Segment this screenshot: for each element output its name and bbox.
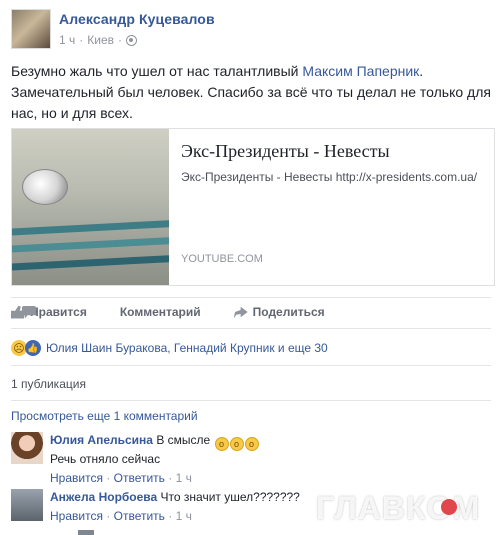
shocked-emoji-icon: o: [244, 437, 259, 451]
comment-like-link[interactable]: Нравится: [50, 471, 103, 485]
divider: [11, 297, 491, 298]
meta-separator-2: ·: [118, 33, 123, 47]
author-name[interactable]: Александр Куцевалов: [59, 11, 215, 27]
commenter-avatar[interactable]: [11, 489, 43, 521]
shocked-emoji-icon: o: [214, 437, 229, 451]
divider: [11, 400, 491, 401]
globe-icon[interactable]: [126, 34, 138, 46]
comment-text: В смысле: [156, 433, 211, 447]
link-description: Экс-Президенты - Невесты http://x-presid…: [181, 170, 478, 184]
comment-body: Юлия Апельсина В смысле ooo Речь отняло …: [50, 432, 259, 486]
shares-count[interactable]: 1 публикация: [11, 377, 86, 391]
like-reaction-icon: 👍: [25, 340, 41, 356]
link-domain: YOUTUBE.COM: [181, 253, 263, 265]
comment-item: Юлия Апельсина В смысле ooo Речь отняло …: [11, 432, 259, 486]
comment-reply-link[interactable]: Ответить: [114, 509, 165, 523]
author-avatar[interactable]: [11, 9, 51, 49]
comment-meta: Нравится · Ответить · 1 ч: [50, 509, 192, 523]
link-body: Экс-Президенты - Невесты Экс-Президенты …: [169, 129, 494, 285]
commenter-avatar[interactable]: [11, 432, 43, 464]
comment-text: Что значит ушел???????: [160, 490, 300, 504]
comment-label: Комментарий: [119, 305, 201, 319]
thumbnail-disc: [22, 169, 68, 205]
comment-body: Анжела Норбоева Что значит ушел??????? Н…: [50, 489, 300, 524]
shocked-emoji-icon: o: [229, 437, 244, 451]
post-meta: 1 ч · Киев ·: [59, 33, 215, 47]
share-arrow-icon: [233, 306, 248, 319]
commenter-avatar-partial: [78, 530, 94, 535]
post-header: Александр Куцевалов 1 ч · Киев ·: [11, 9, 215, 49]
comment-button[interactable]: Комментарий: [22, 305, 201, 319]
thumbnail-stripe: [12, 219, 169, 236]
post-location[interactable]: Киев: [87, 33, 114, 47]
commenter-name[interactable]: Юлия Апельсина: [50, 433, 153, 447]
comment-reply-link[interactable]: Ответить: [114, 471, 165, 485]
comment-time[interactable]: 1 ч: [176, 471, 192, 485]
share-button[interactable]: Поделиться: [233, 305, 325, 319]
comment-time[interactable]: 1 ч: [176, 509, 192, 523]
reactions-summary[interactable]: ☹ 👍 Юлия Шаин Буракова, Геннадий Крупник…: [11, 340, 328, 356]
like-label: Нравится: [30, 305, 87, 319]
post-text-before: Безумно жаль что ушел от нас талантливый: [11, 63, 303, 79]
thumbnail-stripe: [12, 236, 169, 253]
link-preview-card[interactable]: Экс-Президенты - Невесты Экс-Президенты …: [11, 128, 495, 286]
reaction-names[interactable]: Юлия Шаин Буракова, Геннадий Крупник и е…: [46, 341, 328, 355]
post-text: Безумно жаль что ушел от нас талантливый…: [11, 61, 491, 124]
comment-text-line2: Речь отняло сейчас: [50, 452, 161, 466]
view-more-comments-link[interactable]: Просмотреть еще 1 комментарий: [11, 409, 198, 423]
comment-like-link[interactable]: Нравится: [50, 509, 103, 523]
comment-item: Анжела Норбоева Что значит ушел??????? Н…: [11, 489, 300, 524]
divider: [11, 328, 491, 329]
share-label: Поделиться: [252, 305, 325, 319]
watermark-dot: [441, 499, 457, 515]
thumbnail-stripe: [12, 254, 169, 271]
comment-meta: Нравится · Ответить · 1 ч: [50, 471, 192, 485]
post-time[interactable]: 1 ч: [59, 33, 75, 47]
link-title[interactable]: Экс-Президенты - Невесты: [181, 141, 482, 162]
divider: [11, 365, 491, 366]
action-bar: Нравится Комментарий Поделиться: [11, 305, 358, 319]
author-block: Александр Куцевалов 1 ч · Киев ·: [59, 11, 215, 49]
commenter-name[interactable]: Анжела Норбоева: [50, 490, 157, 504]
mention-link[interactable]: Максим Паперник: [302, 63, 419, 79]
meta-separator: ·: [79, 33, 84, 47]
link-thumbnail[interactable]: [12, 129, 169, 285]
